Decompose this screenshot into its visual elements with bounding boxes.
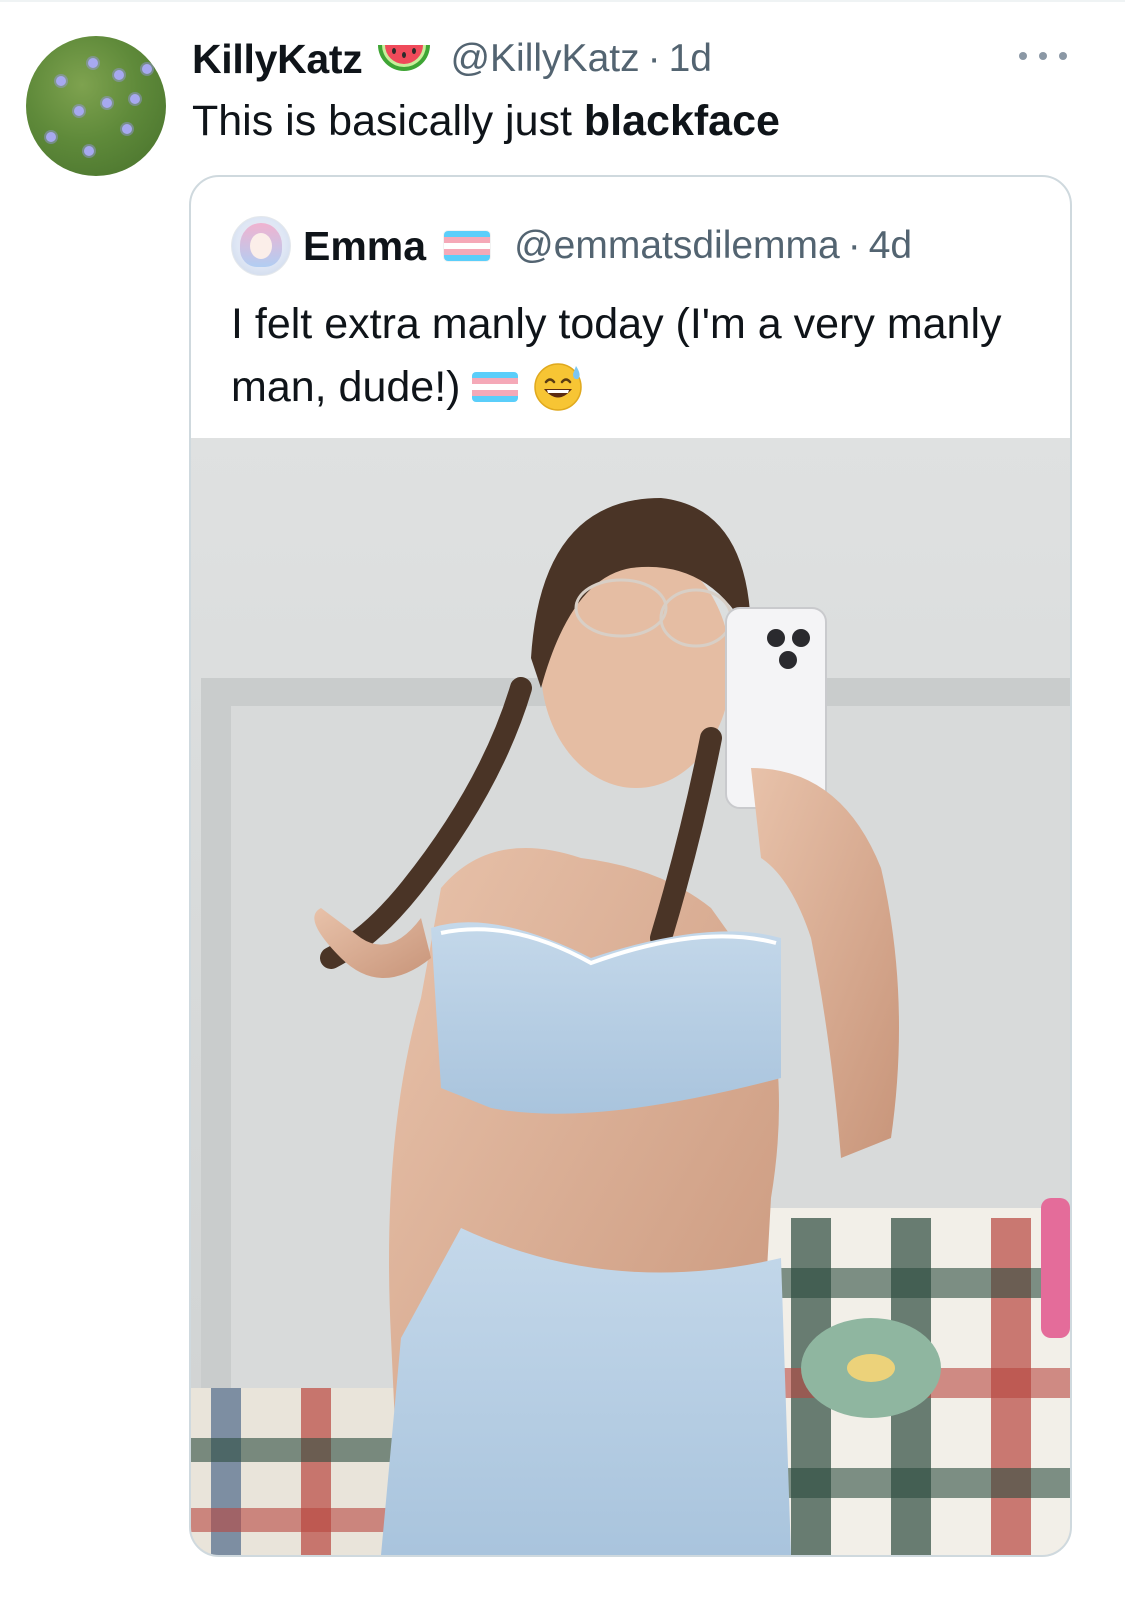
attached-photo[interactable] xyxy=(191,438,1070,1555)
grinning-face-with-sweat-icon xyxy=(532,360,584,412)
more-horizontal-icon[interactable] xyxy=(1019,46,1067,66)
top-divider xyxy=(0,0,1125,2)
quote-separator: · xyxy=(847,224,861,267)
quote-handle[interactable]: @emmatsdilemma xyxy=(514,224,840,268)
reply-handle[interactable]: @KillyKatz xyxy=(450,37,639,81)
quote-text: I felt extra manly today (I'm a very man… xyxy=(231,300,1002,411)
quoted-tweet-card[interactable]: Emma @emmatsdilemma · 4d I felt extra ma… xyxy=(189,175,1072,1557)
transgender-flag-icon xyxy=(472,371,519,402)
quote-header: Emma @emmatsdilemma · 4d xyxy=(303,221,912,271)
reply-timestamp[interactable]: 1d xyxy=(669,37,712,81)
reply-separator: · xyxy=(647,37,661,80)
quote-avatar[interactable] xyxy=(231,216,291,276)
reply-text-bold: blackface xyxy=(583,97,780,145)
quote-timestamp[interactable]: 4d xyxy=(869,224,912,268)
reply-text: This is basically just blackface xyxy=(192,94,780,148)
watermelon-icon xyxy=(376,39,432,79)
transgender-flag-icon xyxy=(444,231,491,261)
reply-display-name[interactable]: KillyKatz xyxy=(192,36,363,83)
quote-display-name[interactable]: Emma xyxy=(303,223,426,270)
reply-text-prefix: This is basically just xyxy=(192,97,584,145)
reply-avatar[interactable] xyxy=(26,36,166,176)
reply-header: KillyKatz @KillyKatz · 1d xyxy=(192,34,712,84)
quote-text-block: I felt extra manly today (I'm a very man… xyxy=(231,293,1031,419)
